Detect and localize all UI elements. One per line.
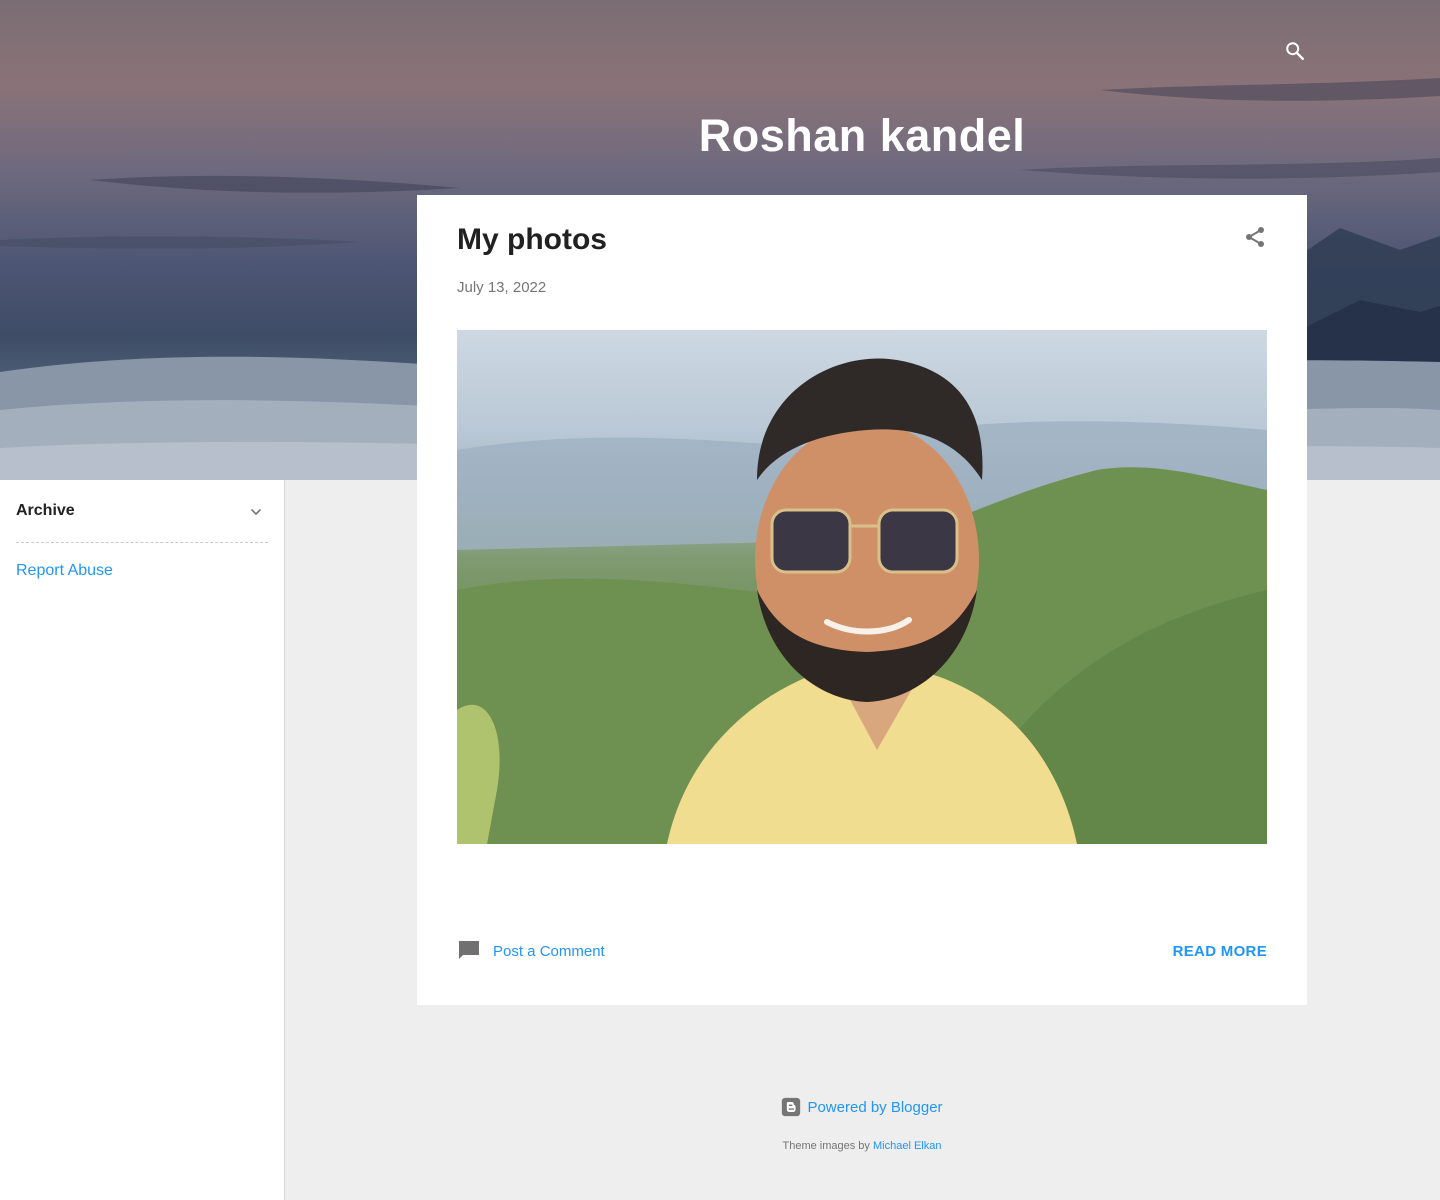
- theme-attribution: Theme images by Michael Elkan: [417, 1140, 1307, 1152]
- blogger-icon: [782, 1097, 801, 1117]
- archive-toggle[interactable]: Archive: [16, 502, 268, 543]
- post-date[interactable]: July 13, 2022: [457, 279, 546, 296]
- powered-by-blogger-link[interactable]: Powered by Blogger: [417, 1097, 1307, 1117]
- powered-by-label: Powered by Blogger: [807, 1098, 943, 1116]
- post-comment-label: Post a Comment: [493, 942, 605, 960]
- portrait-photo: [457, 358, 1267, 844]
- search-button[interactable]: [1280, 36, 1310, 66]
- report-abuse-link[interactable]: Report Abuse: [16, 562, 113, 580]
- comment-icon: [459, 941, 479, 959]
- attribution-prefix: Theme images by: [782, 1140, 870, 1152]
- blog-title[interactable]: Roshan kandel: [417, 110, 1307, 162]
- read-more-link[interactable]: Read more: [1173, 943, 1267, 960]
- chevron-down-icon: [251, 509, 261, 515]
- share-button[interactable]: [1243, 225, 1267, 249]
- post-title[interactable]: My photos: [457, 223, 607, 257]
- post-card: My photos July 13, 2022 Post a Comment R…: [417, 195, 1307, 1005]
- post-footer: Post a Comment Read more: [457, 939, 1267, 965]
- post-comment-link[interactable]: Post a Comment: [457, 939, 605, 963]
- post-photo[interactable]: [457, 330, 1267, 844]
- sidebar: Archive Report Abuse: [0, 480, 285, 1200]
- attribution-author-link[interactable]: Michael Elkan: [873, 1140, 941, 1152]
- share-icon: [1246, 227, 1264, 247]
- archive-label: Archive: [16, 502, 75, 519]
- search-icon: [1286, 42, 1304, 60]
